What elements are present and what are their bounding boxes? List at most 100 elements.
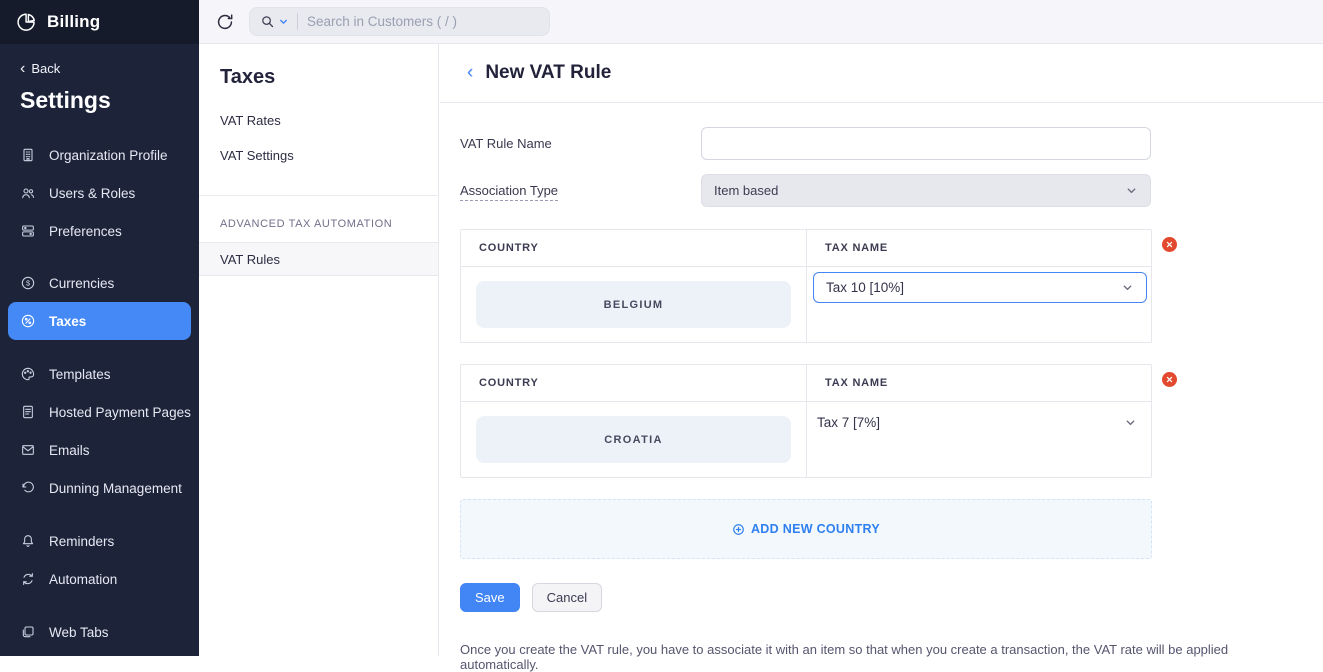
rule-card-header: COUNTRY TAX NAME <box>461 365 1151 402</box>
close-icon <box>1166 376 1173 383</box>
panel-item-vat-rules[interactable]: VAT Rules <box>199 242 438 276</box>
settings-sidebar: Billing ‹ Back Settings Organization Pro… <box>0 0 199 656</box>
tax-name-column-header: TAX NAME <box>807 230 1151 266</box>
delete-country-button[interactable] <box>1162 372 1177 387</box>
bell-icon <box>20 533 36 549</box>
sidebar-item-web-tabs[interactable]: Web Tabs <box>0 613 199 651</box>
sidebar-item-label: Reminders <box>49 534 114 549</box>
search-input[interactable] <box>307 14 539 29</box>
save-button[interactable]: Save <box>460 583 520 612</box>
page-title: New VAT Rule <box>485 62 611 84</box>
form-row-name: VAT Rule Name <box>460 127 1323 160</box>
tax-name-value: Tax 10 [10%] <box>826 280 904 295</box>
preferences-icon <box>20 223 36 239</box>
add-circle-icon <box>732 523 745 536</box>
nav-group-org: Organization Profile Users & Roles Prefe… <box>0 136 199 250</box>
sidebar-item-label: Users & Roles <box>49 186 135 201</box>
tax-name-value: Tax 7 [7%] <box>817 415 880 430</box>
settings-nav: Organization Profile Users & Roles Prefe… <box>0 136 199 651</box>
sidebar-item-label: Hosted Payment Pages <box>49 405 191 420</box>
delete-country-button[interactable] <box>1162 237 1177 252</box>
percent-icon <box>20 313 36 329</box>
sidebar-item-preferences[interactable]: Preferences <box>0 212 199 250</box>
close-icon <box>1166 241 1173 248</box>
sync-icon <box>20 571 36 587</box>
chevron-down-icon <box>1124 416 1137 429</box>
association-type-label: Association Type <box>460 183 701 198</box>
country-rule-cards: COUNTRY TAX NAME BELGIUM Tax 10 [10%] <box>460 229 1323 478</box>
sidebar-item-dunning-management[interactable]: Dunning Management <box>0 469 199 507</box>
refresh-history-icon[interactable] <box>215 12 235 32</box>
sidebar-item-label: Templates <box>49 367 111 382</box>
form-row-association: Association Type Item based <box>460 174 1323 207</box>
chevron-left-icon: ‹ <box>20 62 25 75</box>
sidebar-item-label: Dunning Management <box>49 481 182 496</box>
svg-text:$: $ <box>26 279 30 288</box>
rule-card-body: CROATIA Tax 7 [7%] <box>461 402 1151 477</box>
country-badge: BELGIUM <box>476 281 791 328</box>
app-brand[interactable]: Billing <box>0 0 199 44</box>
back-chevron-icon[interactable]: ‹ <box>467 64 473 82</box>
taxes-panel-title: Taxes <box>199 44 438 89</box>
nav-group-webtabs: Web Tabs <box>0 613 199 651</box>
association-type-select[interactable]: Item based <box>701 174 1151 207</box>
building-icon <box>20 147 36 163</box>
envelope-icon <box>20 442 36 458</box>
top-bar <box>199 0 1323 44</box>
association-type-value: Item based <box>714 183 778 198</box>
sidebar-item-hosted-payment-pages[interactable]: Hosted Payment Pages <box>0 393 199 431</box>
sidebar-item-currencies[interactable]: $ Currencies <box>0 264 199 302</box>
vat-rule-form: VAT Rule Name Association Type Item base… <box>440 103 1323 672</box>
document-icon <box>20 404 36 420</box>
panel-divider <box>199 195 438 196</box>
nav-group-customization: Templates Hosted Payment Pages Emails Du… <box>0 355 199 507</box>
sidebar-item-emails[interactable]: Emails <box>0 431 199 469</box>
sidebar-item-reminders[interactable]: Reminders <box>0 522 199 560</box>
vat-rule-name-input[interactable] <box>701 127 1151 160</box>
panel-item-vat-settings[interactable]: VAT Settings <box>199 138 438 173</box>
palette-icon <box>20 366 36 382</box>
taxes-panel: Taxes VAT Rates VAT Settings ADVANCED TA… <box>199 44 439 656</box>
tax-name-select[interactable]: Tax 7 [7%] <box>817 415 1137 430</box>
rule-card-body: BELGIUM Tax 10 [10%] <box>461 267 1151 342</box>
sidebar-item-organization-profile[interactable]: Organization Profile <box>0 136 199 174</box>
sidebar-item-label: Emails <box>49 443 90 458</box>
sidebar-item-templates[interactable]: Templates <box>0 355 199 393</box>
cancel-button[interactable]: Cancel <box>532 583 602 612</box>
page-header: ‹ New VAT Rule <box>440 44 1323 103</box>
sidebar-item-label: Automation <box>49 572 117 587</box>
back-button[interactable]: ‹ Back <box>20 61 199 76</box>
add-new-country-label: ADD NEW COUNTRY <box>751 522 880 536</box>
sidebar-item-users-roles[interactable]: Users & Roles <box>0 174 199 212</box>
billing-logo-icon <box>16 11 38 33</box>
history-icon <box>20 480 36 496</box>
currency-icon: $ <box>20 275 36 291</box>
app-title: Billing <box>47 12 100 32</box>
chevron-down-icon[interactable] <box>278 16 289 27</box>
taxes-panel-list: VAT Rates VAT Settings <box>199 103 438 173</box>
users-icon <box>20 185 36 201</box>
country-cell: CROATIA <box>461 402 807 477</box>
add-new-country-button[interactable]: ADD NEW COUNTRY <box>460 499 1152 559</box>
global-search[interactable] <box>249 7 550 36</box>
settings-heading: Settings <box>20 87 199 114</box>
panel-item-vat-rates[interactable]: VAT Rates <box>199 103 438 138</box>
chevron-down-icon <box>1121 281 1134 294</box>
vat-rule-name-label: VAT Rule Name <box>460 136 701 151</box>
sidebar-item-label: Currencies <box>49 276 114 291</box>
country-badge: CROATIA <box>476 416 791 463</box>
sidebar-item-label: Web Tabs <box>49 625 109 640</box>
sidebar-item-automation[interactable]: Automation <box>0 560 199 598</box>
sidebar-item-taxes[interactable]: Taxes <box>8 302 191 340</box>
tax-cell: Tax 7 [7%] <box>807 402 1151 477</box>
sidebar-item-label: Organization Profile <box>49 148 168 163</box>
form-actions: Save Cancel <box>460 583 1323 612</box>
search-divider <box>297 13 298 30</box>
back-label: Back <box>31 61 60 76</box>
rule-card-belgium: COUNTRY TAX NAME BELGIUM Tax 10 [10%] <box>460 229 1152 343</box>
main-content: ‹ New VAT Rule VAT Rule Name Association… <box>440 44 1323 656</box>
tax-name-column-header: TAX NAME <box>807 365 1151 401</box>
tax-name-select[interactable]: Tax 10 [10%] <box>813 272 1147 303</box>
tabs-icon <box>20 624 36 640</box>
advanced-tax-automation-label: ADVANCED TAX AUTOMATION <box>199 218 438 230</box>
